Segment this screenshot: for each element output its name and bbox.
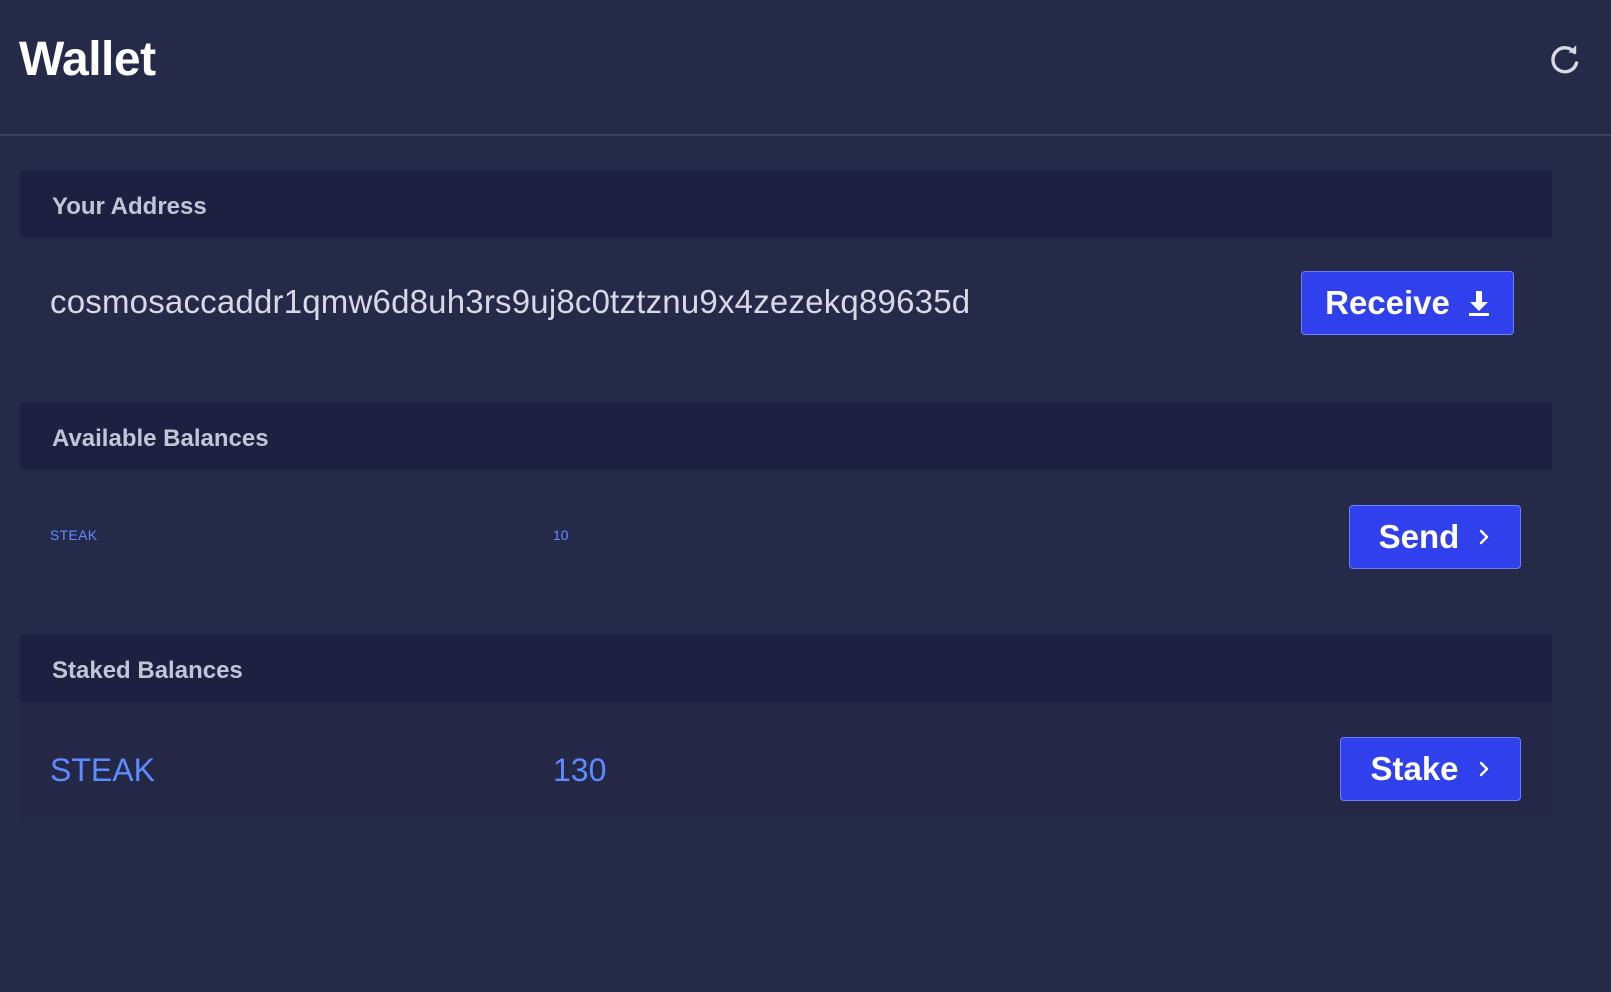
- staked-section-header: Staked Balances: [20, 634, 1552, 702]
- stake-button-label: Stake: [1370, 750, 1459, 787]
- chevron-right-icon: [1477, 759, 1491, 779]
- available-section-title: Available Balances: [52, 425, 269, 452]
- wallet-page: Wallet Your Address cosmosaccaddr1qmw6d8…: [0, 0, 1611, 992]
- receive-button[interactable]: Receive: [1301, 271, 1514, 335]
- stake-button[interactable]: Stake: [1340, 737, 1521, 801]
- address-section-title: Your Address: [52, 193, 207, 220]
- refresh-icon: [1551, 45, 1579, 74]
- staked-balance-row: [20, 702, 1552, 820]
- staked-amount: 130: [553, 752, 607, 788]
- page-header: Wallet: [0, 0, 1611, 136]
- chevron-right-icon: [1477, 527, 1491, 547]
- available-denom: STEAK: [50, 527, 98, 543]
- staked-denom: STEAK: [50, 752, 155, 788]
- address-section-header: Your Address: [20, 170, 1552, 238]
- send-button[interactable]: Send: [1349, 505, 1521, 569]
- download-icon: [1468, 290, 1490, 316]
- wallet-address: cosmosaccaddr1qmw6d8uh3rs9uj8c0tztznu9x4…: [50, 283, 971, 320]
- available-amount: 10: [553, 527, 569, 543]
- available-section-header: Available Balances: [20, 402, 1552, 470]
- send-button-label: Send: [1378, 518, 1460, 555]
- refresh-button[interactable]: [1548, 43, 1582, 77]
- staked-section-title: Staked Balances: [52, 657, 243, 684]
- receive-button-label: Receive: [1325, 284, 1450, 321]
- page-title: Wallet: [19, 33, 156, 86]
